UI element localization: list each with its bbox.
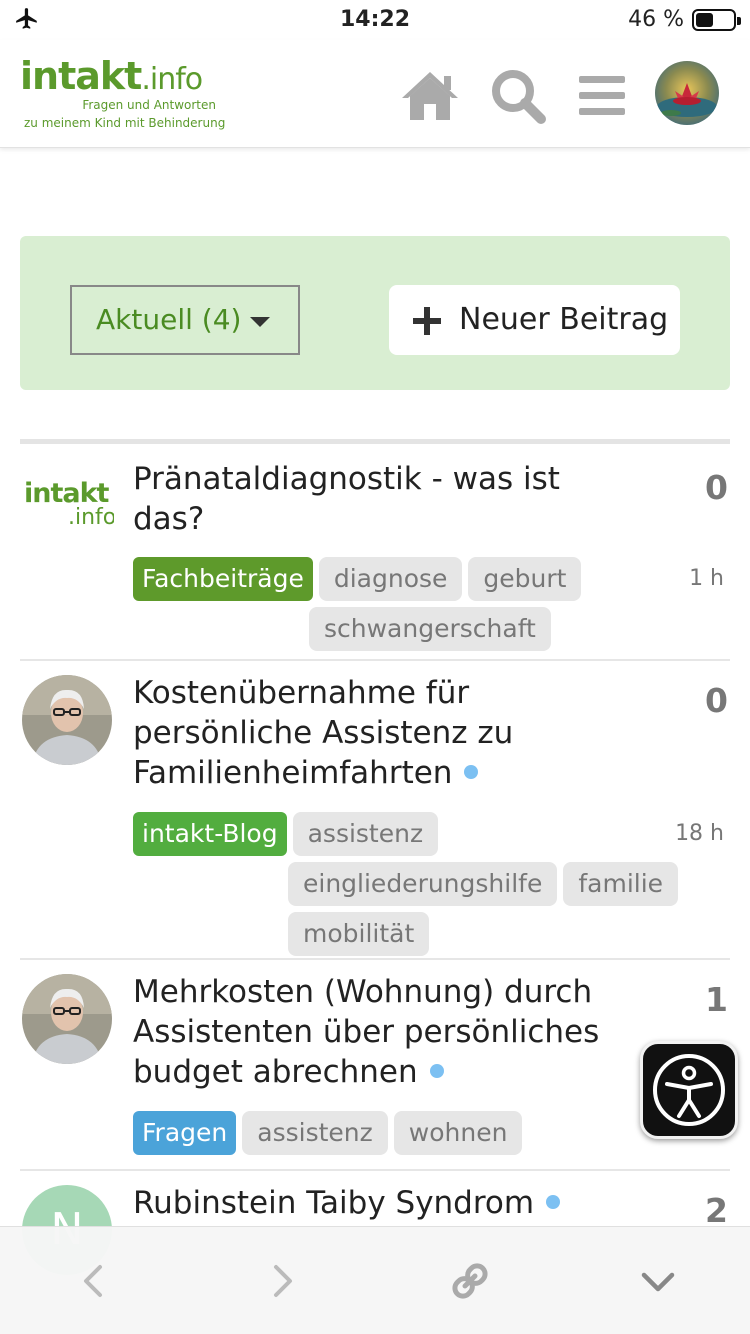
category-badge[interactable]: Fragen [133, 1111, 237, 1155]
back-chevron-icon[interactable] [70, 1257, 118, 1305]
topic-filter-dropdown[interactable]: Aktuell (4) [70, 285, 300, 355]
logo-brand-main: intakt [20, 54, 142, 98]
tag-assistenz[interactable]: assistenz [242, 1111, 388, 1155]
topic-title[interactable]: Mehrkosten (Wohnung) durch Assistenten ü… [133, 972, 613, 1092]
link-icon[interactable] [446, 1257, 494, 1305]
topic-avatar-brand-suffix: .info [68, 505, 114, 530]
logo-tagline-2: zu meinem Kind mit Behinderung [24, 116, 226, 130]
accessibility-person-icon [653, 1054, 725, 1126]
topic-row[interactable]: intakt .info Pränataldiagnostik - was is… [20, 444, 730, 661]
topic-title-text: Mehrkosten (Wohnung) durch Assistenten ü… [133, 974, 600, 1090]
reply-count: 0 [705, 681, 728, 720]
filter-panel: Aktuell (4) Neuer Beitrag [20, 236, 730, 390]
tag-eingliederungshilfe[interactable]: eingliederungshilfe [288, 862, 558, 906]
category-badge[interactable]: intakt-Blog [133, 812, 287, 856]
caret-down-icon [250, 317, 270, 327]
logo-brand: intakt.info [20, 54, 230, 98]
tag-assistenz[interactable]: assistenz [292, 812, 439, 856]
topic-title[interactable]: Kostenübernahme für persönliche Assisten… [133, 673, 613, 793]
topic-avatar [22, 675, 112, 765]
topic-filter-label: Aktuell (4) [96, 303, 242, 336]
accessibility-button[interactable] [640, 1041, 738, 1139]
topic-title-text: Kostenübernahme für persönliche Assisten… [133, 675, 514, 791]
topic-avatar [22, 974, 112, 1064]
topic-title[interactable]: Rubinstein Taiby Syndrom [133, 1183, 613, 1223]
logo-brand-suffix: .info [141, 62, 203, 97]
user-avatar[interactable] [655, 61, 719, 125]
topic-row[interactable]: Kostenübernahme für persönliche Assisten… [20, 661, 730, 960]
status-bar: 14:22 46 % [0, 0, 750, 40]
battery-nub [737, 17, 741, 25]
topic-avatar-logo: intakt .info [22, 464, 114, 534]
logo-tagline-1: Fragen und Antworten [82, 98, 216, 112]
search-icon[interactable] [488, 66, 548, 126]
new-topic-label: Neuer Beitrag [459, 302, 669, 337]
plus-icon [413, 307, 441, 335]
tag-schwangerschaft[interactable]: schwangerschaft [309, 607, 551, 651]
person-avatar-image [22, 675, 112, 765]
menu-icon[interactable] [572, 66, 632, 126]
topic-age: 1 h [689, 566, 724, 591]
unread-indicator [546, 1195, 561, 1209]
collapse-chevron-icon[interactable] [634, 1257, 682, 1305]
water-lily-avatar-image [655, 61, 719, 125]
topic-tags: Fragen assistenz wohnen [133, 1111, 693, 1161]
unread-indicator [429, 1064, 444, 1078]
tag-familie[interactable]: familie [563, 862, 679, 906]
home-icon[interactable] [400, 66, 460, 126]
site-header: intakt.info Fragen und Antworten zu mein… [0, 40, 750, 148]
battery-icon [692, 9, 741, 31]
reply-count: 0 [705, 468, 728, 507]
topic-tags: Fachbeiträge diagnose geburt schwangerschaf… [133, 557, 693, 657]
battery-percent: 46 % [628, 7, 684, 32]
topic-title[interactable]: Pränataldiagnostik - was ist das? [133, 459, 613, 539]
category-badge[interactable]: Fachbeiträge [133, 557, 313, 601]
reply-count: 1 [705, 980, 728, 1019]
browser-bottom-bar [0, 1226, 750, 1334]
tag-mobilitaet[interactable]: mobilität [288, 912, 430, 956]
tag-diagnose[interactable]: diagnose [318, 557, 463, 601]
person-avatar-image [22, 974, 112, 1064]
tag-geburt[interactable]: geburt [468, 557, 582, 601]
new-topic-button[interactable]: Neuer Beitrag [389, 285, 680, 355]
battery-fill [696, 13, 713, 27]
topic-tags: intakt-Blog assistenz eingliederungshilfe f… [133, 812, 693, 962]
tag-wohnen[interactable]: wohnen [393, 1111, 523, 1155]
site-logo[interactable]: intakt.info Fragen und Antworten zu mein… [20, 54, 230, 134]
unread-indicator [464, 765, 479, 779]
reply-count: 2 [705, 1191, 728, 1230]
topic-title-text: Pränataldiagnostik - was ist das? [133, 461, 560, 537]
forward-chevron-icon[interactable] [258, 1257, 306, 1305]
topic-title-text: Rubinstein Taiby Syndrom [133, 1185, 535, 1221]
topic-row[interactable]: Mehrkosten (Wohnung) durch Assistenten ü… [20, 960, 730, 1171]
